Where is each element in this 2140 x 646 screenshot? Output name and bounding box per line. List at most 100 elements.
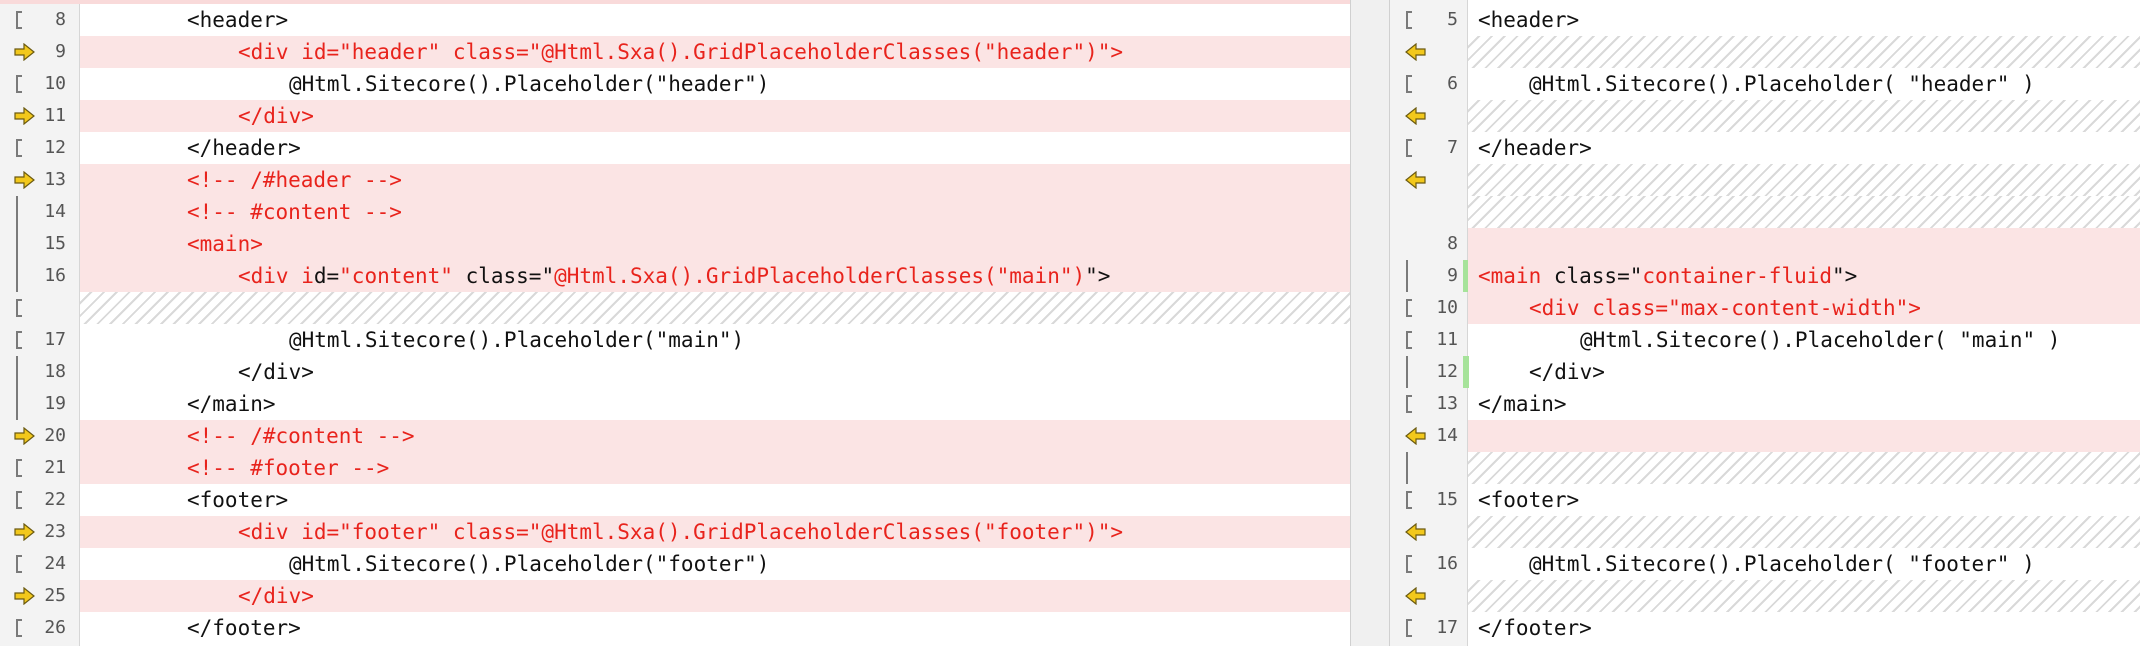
code-line[interactable]: 7 </header> (1390, 132, 2140, 164)
arrow-left-icon[interactable] (1404, 523, 1426, 541)
pane-divider[interactable] (1350, 0, 1390, 646)
line-number: 24 (44, 553, 66, 574)
code-line[interactable]: 12 </div> (1390, 356, 2140, 388)
code-line[interactable]: 14 (1390, 420, 2140, 452)
code-line[interactable]: 16 @Html.Sitecore().Placeholder( "footer"… (1390, 548, 2140, 580)
fold-bracket-icon (14, 619, 34, 637)
code-line[interactable]: 12 </header> (0, 132, 1350, 164)
line-gutter: 5 (1390, 4, 1468, 36)
code-area: @Html.Sitecore().Placeholder( "main" ) (1468, 324, 2140, 356)
code-line[interactable]: 8 <header> (0, 4, 1350, 36)
code-line[interactable] (1390, 196, 2140, 228)
code-line[interactable]: 25 </div> (0, 580, 1350, 612)
arrow-right-icon[interactable] (14, 43, 35, 61)
line-number: 10 (1436, 297, 1458, 318)
arrow-left-icon[interactable] (1404, 107, 1426, 125)
code-line[interactable]: 23 <div id="footer" class="@Html.Sxa().Gr… (0, 516, 1350, 548)
code-line[interactable]: 17 @Html.Sitecore().Placeholder("main") (0, 324, 1350, 356)
code-token: class=" (452, 264, 555, 288)
line-gutter: 19 (0, 388, 80, 420)
code-line[interactable]: 15 <main> (0, 228, 1350, 260)
fold-bracket-icon (1404, 11, 1424, 29)
code-text: <!-- #footer --> (187, 452, 389, 484)
code-line[interactable]: 11 </div> (0, 100, 1350, 132)
line-gutter: 17 (1390, 612, 1468, 644)
line-gutter: 15 (1390, 484, 1468, 516)
arrow-right-icon[interactable] (14, 171, 35, 189)
code-line[interactable] (1390, 164, 2140, 196)
code-line[interactable]: 8 (1390, 228, 2140, 260)
fold-line-icon (1404, 260, 1424, 292)
line-gutter (1390, 452, 1468, 484)
code-text: <div id="content" class="@Html.Sxa().Gri… (238, 260, 1110, 292)
code-line[interactable]: 19 </main> (0, 388, 1350, 420)
code-area: </header> (1468, 132, 2140, 164)
left-pane[interactable]: 8 <header> 9 <div id="header" class="@Html.… (0, 0, 1350, 646)
code-token: </div> (238, 104, 314, 128)
right-pane[interactable]: 5 <header> 6 @Html.Sitecore().Placeholder( … (1390, 0, 2140, 646)
code-line[interactable]: 5 <header> (1390, 4, 2140, 36)
arrow-left-icon[interactable] (1404, 427, 1426, 445)
code-token: <header> (187, 8, 289, 32)
code-token: <div id="header" class="@Html.Sxa().Grid… (238, 40, 1124, 64)
line-number: 26 (44, 617, 66, 638)
code-line[interactable]: 21 <!-- #footer --> (0, 452, 1350, 484)
fold-line-icon (14, 260, 34, 292)
code-line[interactable]: 18 </div> (0, 356, 1350, 388)
code-line[interactable]: 13 </main> (1390, 388, 2140, 420)
arrow-right-icon[interactable] (14, 587, 35, 605)
code-line[interactable]: 11 @Html.Sitecore().Placeholder( "main" ) (1390, 324, 2140, 356)
line-gutter: 23 (0, 516, 80, 548)
code-line[interactable] (1390, 516, 2140, 548)
code-text: <div class="max-content-width"> (1529, 292, 1921, 324)
code-text: </div> (1529, 356, 1605, 388)
code-token: <!-- /#header --> (187, 168, 402, 192)
code-area: @Html.Sitecore().Placeholder("header") (80, 68, 1350, 100)
diff-viewer: 8 <header> 9 <div id="header" class="@Html.… (0, 0, 2140, 646)
line-gutter: 24 (0, 548, 80, 580)
code-area: <div class="max-content-width"> (1468, 292, 2140, 324)
code-line[interactable]: 16 <div id="content" class="@Html.Sxa().G… (0, 260, 1350, 292)
line-number: 17 (1436, 617, 1458, 638)
code-token: </div> (238, 584, 314, 608)
code-area: </div> (80, 100, 1350, 132)
code-token: @Html.Sitecore().Placeholder("footer") (289, 552, 770, 576)
code-text: <header> (187, 4, 288, 36)
code-line[interactable] (1390, 100, 2140, 132)
arrow-right-icon[interactable] (14, 427, 35, 445)
line-gutter: 15 (0, 228, 80, 260)
code-line[interactable]: 10 @Html.Sitecore().Placeholder("header") (0, 68, 1350, 100)
code-line[interactable]: 22 <footer> (0, 484, 1350, 516)
code-line[interactable]: 9 <div id="header" class="@Html.Sxa().Gri… (0, 36, 1350, 68)
code-token: @Html.Sitecore().Placeholder("header") (289, 72, 770, 96)
code-line[interactable]: 13 <!-- /#header --> (0, 164, 1350, 196)
code-line[interactable]: 26 </footer> (0, 612, 1350, 644)
code-token: <!-- #content --> (187, 200, 402, 224)
code-line[interactable]: 9 <main class="container-fluid"> (1390, 260, 2140, 292)
code-text: @Html.Sitecore().Placeholder( "main" ) (1580, 324, 2060, 356)
arrow-right-icon[interactable] (14, 523, 35, 541)
arrow-left-icon[interactable] (1404, 171, 1426, 189)
code-text: <!-- /#content --> (187, 420, 415, 452)
line-number: 14 (1436, 425, 1458, 446)
code-text: <div id="footer" class="@Html.Sxa().Grid… (238, 516, 1123, 548)
code-line[interactable] (1390, 580, 2140, 612)
code-line[interactable]: 10 <div class="max-content-width"> (1390, 292, 2140, 324)
arrow-left-icon[interactable] (1404, 43, 1426, 61)
code-line[interactable]: 14 <!-- #content --> (0, 196, 1350, 228)
code-line[interactable] (1390, 452, 2140, 484)
code-line[interactable] (1390, 36, 2140, 68)
code-line[interactable]: 15 <footer> (1390, 484, 2140, 516)
code-line[interactable]: 6 @Html.Sitecore().Placeholder( "header" … (1390, 68, 2140, 100)
code-line[interactable]: 20 <!-- /#content --> (0, 420, 1350, 452)
arrow-right-icon[interactable] (14, 107, 35, 125)
code-line[interactable]: 17 </footer> (1390, 612, 2140, 644)
fold-line-icon (14, 356, 34, 388)
arrow-left-icon[interactable] (1404, 587, 1426, 605)
line-gutter: 26 (0, 612, 80, 644)
code-area (1468, 164, 2140, 196)
code-line[interactable] (0, 292, 1350, 324)
code-token: </div> (238, 360, 314, 384)
code-line[interactable]: 24 @Html.Sitecore().Placeholder("footer") (0, 548, 1350, 580)
line-number: 14 (44, 201, 66, 222)
